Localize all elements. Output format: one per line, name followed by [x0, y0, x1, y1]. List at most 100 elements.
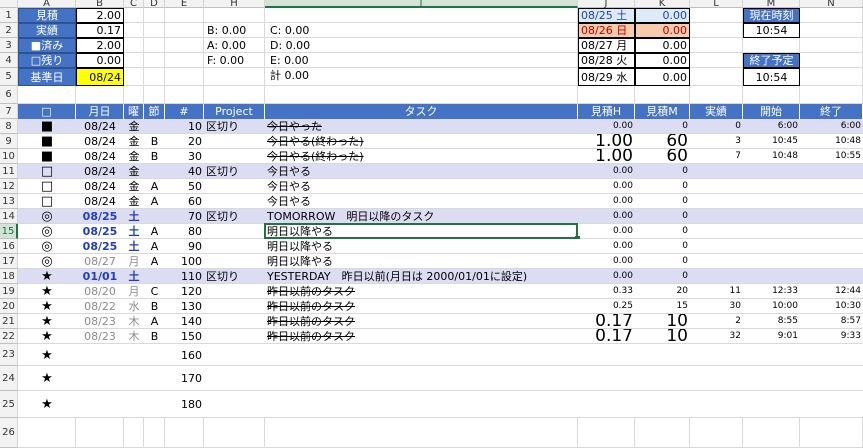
table-header-number[interactable]: #: [165, 104, 204, 119]
row-estimate-minutes[interactable]: 0: [635, 194, 690, 209]
row-date[interactable]: 08/22: [76, 299, 124, 314]
row-project[interactable]: [204, 299, 265, 314]
row-start[interactable]: [743, 254, 800, 269]
row-project[interactable]: 区切り: [204, 269, 265, 284]
column-header-d[interactable]: D: [144, 0, 165, 9]
row-number[interactable]: 80: [165, 224, 204, 239]
row-date[interactable]: 08/25: [76, 224, 124, 239]
row-header-2[interactable]: 2: [0, 23, 18, 38]
row-number[interactable]: 30: [165, 149, 204, 164]
column-header-a[interactable]: A: [18, 0, 76, 9]
row-estimate-hours[interactable]: 0.25: [578, 299, 635, 314]
row-weekday[interactable]: [124, 344, 144, 366]
row-start[interactable]: [743, 179, 800, 194]
row-end[interactable]: [800, 209, 863, 224]
row-section[interactable]: A: [144, 224, 165, 239]
row-estimate-hours[interactable]: [578, 391, 635, 418]
row-number[interactable]: 20: [165, 134, 204, 149]
row-estimate-hours[interactable]: 1.00: [578, 149, 635, 164]
row-number[interactable]: 60: [165, 194, 204, 209]
row-start[interactable]: 9:01: [743, 329, 800, 344]
row-date[interactable]: 08/20: [76, 284, 124, 299]
row-actual[interactable]: 11: [690, 284, 743, 299]
row-header-4[interactable]: 4: [0, 53, 18, 68]
row-end[interactable]: [800, 254, 863, 269]
column-header-l[interactable]: L: [690, 0, 743, 9]
row-start[interactable]: [743, 194, 800, 209]
row-actual[interactable]: [690, 194, 743, 209]
status-mark[interactable]: ■: [18, 134, 76, 149]
row-header-15[interactable]: 15: [0, 224, 18, 239]
row-date[interactable]: [76, 344, 124, 366]
row-header-6[interactable]: 6: [0, 86, 18, 104]
row-header-5[interactable]: 5: [0, 68, 18, 86]
status-mark[interactable]: ■: [18, 119, 76, 134]
row-task[interactable]: 昨日以前のタスク: [265, 299, 578, 314]
row-start[interactable]: [743, 224, 800, 239]
row-project[interactable]: [204, 179, 265, 194]
status-mark[interactable]: ★: [18, 299, 76, 314]
row-date[interactable]: 08/24: [76, 119, 124, 134]
row-header-1[interactable]: 1: [0, 8, 18, 23]
row-number[interactable]: 10: [165, 119, 204, 134]
table-header-actual[interactable]: 実績: [690, 104, 743, 119]
row-section[interactable]: [144, 269, 165, 284]
row-section[interactable]: B: [144, 299, 165, 314]
status-mark[interactable]: ■: [18, 149, 76, 164]
row-estimate-hours[interactable]: 0.00: [578, 254, 635, 269]
row-weekday[interactable]: 土: [124, 224, 144, 239]
status-mark[interactable]: ◎: [18, 224, 76, 239]
row-estimate-hours[interactable]: 0.00: [578, 224, 635, 239]
row-project[interactable]: [204, 134, 265, 149]
row-section[interactable]: [144, 209, 165, 224]
row-section[interactable]: [144, 344, 165, 366]
column-header-m[interactable]: M: [743, 0, 800, 9]
summary-value[interactable]: 0.17: [76, 23, 124, 38]
row-section[interactable]: [144, 366, 165, 391]
row-weekday[interactable]: 木: [124, 314, 144, 329]
row-actual[interactable]: [690, 209, 743, 224]
row-estimate-minutes[interactable]: 60: [635, 134, 690, 149]
row-project[interactable]: 区切り: [204, 119, 265, 134]
row-section[interactable]: A: [144, 239, 165, 254]
row-number[interactable]: 100: [165, 254, 204, 269]
row-section[interactable]: C: [144, 284, 165, 299]
row-header-22[interactable]: 22: [0, 329, 18, 344]
table-header-section[interactable]: 節: [144, 104, 165, 119]
row-project[interactable]: [204, 391, 265, 418]
row-weekday[interactable]: 月: [124, 254, 144, 269]
row-number[interactable]: 140: [165, 314, 204, 329]
row-estimate-hours[interactable]: 0.33: [578, 284, 635, 299]
row-estimate-minutes[interactable]: 0: [635, 224, 690, 239]
row-number[interactable]: 40: [165, 164, 204, 179]
row-section[interactable]: B: [144, 329, 165, 344]
row-header-12[interactable]: 12: [0, 179, 18, 194]
row-actual[interactable]: [690, 164, 743, 179]
summary-value[interactable]: 0.00: [76, 53, 124, 68]
row-header-20[interactable]: 20: [0, 299, 18, 314]
row-date[interactable]: 08/25: [76, 209, 124, 224]
row-project[interactable]: [204, 254, 265, 269]
row-weekday[interactable]: 土: [124, 269, 144, 284]
select-all-corner[interactable]: [0, 0, 18, 8]
row-section[interactable]: A: [144, 254, 165, 269]
row-weekday[interactable]: [124, 366, 144, 391]
row-task[interactable]: 今日やる(終わった): [265, 134, 578, 149]
row-actual[interactable]: [690, 179, 743, 194]
status-mark[interactable]: □: [18, 164, 76, 179]
table-header-weekday[interactable]: 曜: [124, 104, 144, 119]
row-estimate-hours[interactable]: [578, 366, 635, 391]
row-task[interactable]: [265, 366, 578, 391]
status-mark[interactable]: ★: [18, 314, 76, 329]
row-header-9[interactable]: 9: [0, 134, 18, 149]
row-date[interactable]: [76, 366, 124, 391]
column-header-h[interactable]: H: [204, 0, 265, 9]
table-header-end[interactable]: 終了: [800, 104, 863, 119]
row-weekday[interactable]: 金: [124, 119, 144, 134]
row-estimate-minutes[interactable]: [635, 366, 690, 391]
row-header-24[interactable]: 24: [0, 366, 18, 391]
row-number[interactable]: 130: [165, 299, 204, 314]
row-header-14[interactable]: 14: [0, 209, 18, 224]
summary-value[interactable]: 2.00: [76, 8, 124, 23]
row-weekday[interactable]: 月: [124, 284, 144, 299]
